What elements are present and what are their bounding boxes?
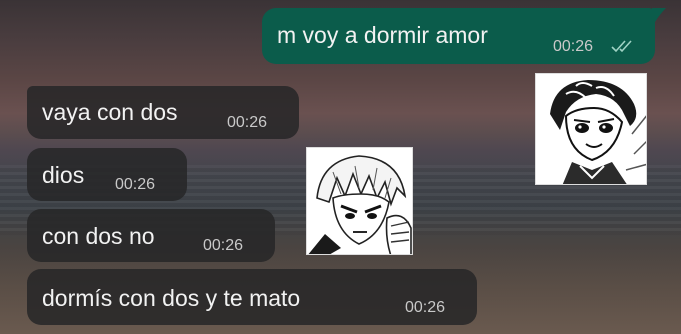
anime-boy-sticker-light-hair[interactable] xyxy=(306,147,413,255)
message-text: vaya con dos xyxy=(42,99,178,125)
message-timestamp: 00:26 xyxy=(405,299,446,316)
message-text: dios xyxy=(42,162,85,188)
message-timestamp: 00:26 xyxy=(115,176,156,193)
message-bubble-incoming[interactable]: con dos no 00:26 xyxy=(27,209,275,262)
message-timestamp: 00:26 xyxy=(203,237,244,254)
message-text: con dos no xyxy=(42,223,155,249)
message-timestamp: 00:26 xyxy=(227,114,268,131)
message-bubble-incoming[interactable]: vaya con dos 00:26 xyxy=(27,86,299,139)
message-timestamp: 00:26 xyxy=(553,38,594,55)
message-bubble-outgoing[interactable]: m voy a dormir amor 00:26 xyxy=(262,8,655,64)
message-text: m voy a dormir amor xyxy=(277,22,488,48)
message-bubble-incoming[interactable]: dormís con dos y te mato 00:26 xyxy=(27,269,477,325)
read-receipt-icon xyxy=(611,39,637,58)
anime-portrait-icon xyxy=(536,74,646,184)
anime-boy-sticker-dark-hair[interactable] xyxy=(535,73,647,185)
message-text: dormís con dos y te mato xyxy=(42,285,301,311)
anime-portrait-icon xyxy=(307,148,412,254)
message-bubble-incoming[interactable]: dios 00:26 xyxy=(27,148,187,201)
bubble-tail xyxy=(652,8,666,22)
